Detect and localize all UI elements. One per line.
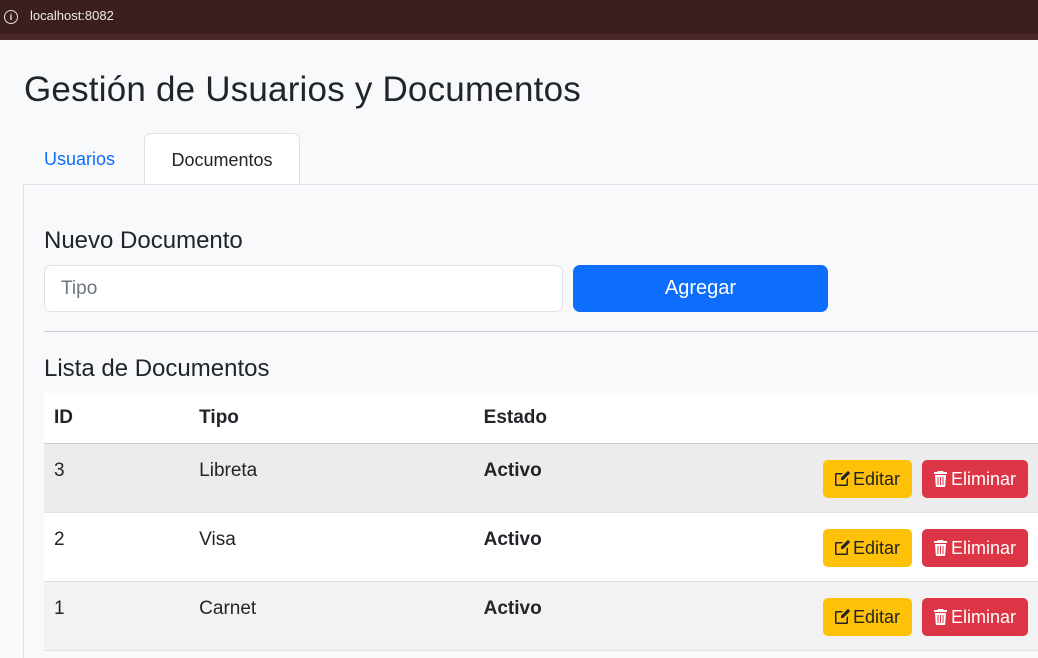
header-estado: Estado — [473, 393, 769, 444]
trash-icon — [934, 539, 947, 556]
delete-label: Eliminar — [951, 537, 1017, 558]
browser-address-bar: i localhost:8082 — [0, 0, 1038, 40]
cell-actions: Editar Eliminar — [769, 581, 1038, 651]
cell-id: 2 — [44, 512, 190, 582]
page-title: Gestión de Usuarios y Documentos — [24, 70, 581, 109]
table-header-row: ID Tipo Estado — [44, 393, 1038, 444]
edit-button[interactable]: Editar — [823, 459, 912, 498]
edit-label: Editar — [853, 606, 901, 627]
cell-tipo: Libreta — [189, 443, 474, 513]
tipo-input[interactable] — [44, 265, 563, 312]
cell-id: 1 — [44, 581, 190, 651]
new-document-title: Nuevo Documento — [44, 227, 243, 254]
cell-actions: Editar Eliminar — [769, 512, 1038, 582]
trash-icon — [934, 470, 947, 487]
pencil-square-icon — [835, 470, 850, 486]
tab-documentos[interactable]: Documentos — [144, 133, 300, 185]
browser-bar-edge — [0, 34, 1038, 40]
delete-label: Eliminar — [951, 606, 1017, 627]
pencil-square-icon — [835, 608, 850, 624]
trash-icon — [934, 608, 947, 625]
tab-usuarios[interactable]: Usuarios — [24, 133, 135, 184]
delete-label: Eliminar — [951, 468, 1017, 489]
cell-tipo: Visa — [189, 512, 474, 582]
delete-button[interactable]: Eliminar — [922, 597, 1028, 636]
pencil-square-icon — [835, 539, 850, 555]
cell-tipo: Carnet — [189, 581, 474, 651]
table-row: 2 Visa Activo Editar Eliminar — [44, 512, 1038, 582]
delete-button[interactable]: Eliminar — [922, 459, 1028, 498]
header-id: ID — [44, 393, 190, 444]
tab-bar: Usuarios Documentos — [24, 133, 1038, 185]
cell-id: 3 — [44, 443, 190, 513]
cell-estado: Activo — [473, 512, 769, 582]
cell-actions: Editar Eliminar — [769, 443, 1038, 513]
header-actions — [769, 393, 1038, 444]
edit-button[interactable]: Editar — [823, 528, 912, 567]
table-row: 3 Libreta Activo Editar Eliminar — [44, 443, 1038, 513]
documents-table: ID Tipo Estado 3 Libreta Activo Editar El… — [44, 393, 1038, 651]
delete-button[interactable]: Eliminar — [922, 528, 1028, 567]
document-list-title: Lista de Documentos — [44, 355, 270, 382]
section-divider — [44, 331, 1038, 332]
edit-label: Editar — [853, 468, 901, 489]
info-circle-icon[interactable]: i — [4, 10, 18, 24]
add-document-button[interactable]: Agregar — [573, 265, 828, 312]
header-tipo: Tipo — [189, 393, 474, 444]
cell-estado: Activo — [473, 443, 769, 513]
browser-url[interactable]: localhost:8082 — [30, 8, 114, 23]
edit-button[interactable]: Editar — [823, 597, 912, 636]
table-row: 1 Carnet Activo Editar Eliminar — [44, 581, 1038, 651]
cell-estado: Activo — [473, 581, 769, 651]
edit-label: Editar — [853, 537, 901, 558]
